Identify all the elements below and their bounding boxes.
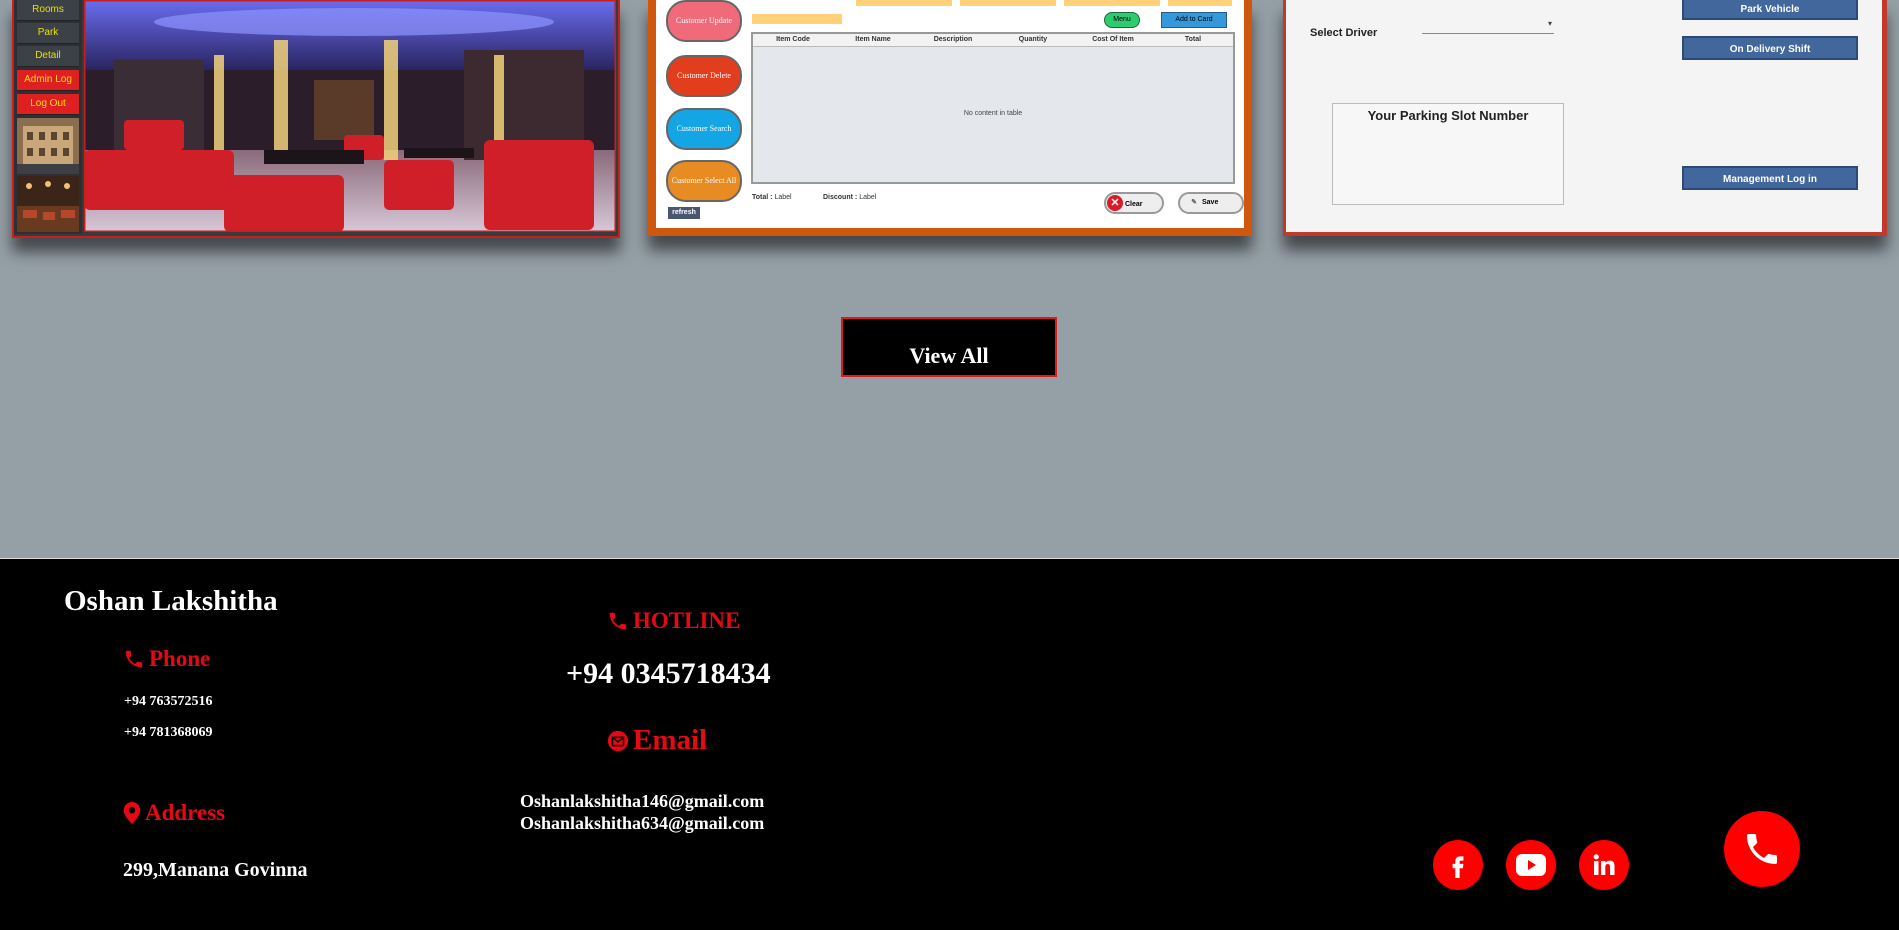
customer-search-button: Customer Search [666,108,742,150]
hotel-exterior-thumbnail [17,118,79,174]
customer-form-window: Menu Add to Card Customer Update Custome… [656,0,1244,228]
facebook-button[interactable] [1433,840,1483,890]
project-card-parking-system[interactable]: Select Driver ▾ Your Parking Slot Number… [1283,0,1887,236]
map-pin-icon [123,802,141,824]
view-all-button[interactable]: View All [841,317,1057,377]
total-value: Label [774,194,792,201]
items-table-header: Item Code Item Name Description Quantity… [753,34,1233,47]
phone-number-2[interactable]: +94 781368069 [124,725,212,741]
chevron-down-icon: ▾ [1547,19,1552,28]
customer-delete-button: Customer Delete [666,55,742,97]
youtube-button[interactable] [1506,840,1556,890]
phone-icon [125,650,143,668]
cost-field [1064,0,1160,6]
column-header: Quantity [1018,36,1048,43]
add-to-card-button: Add to Card [1161,12,1227,28]
item-name-field [856,0,952,6]
footer-name: Oshan Lakshitha [64,585,278,617]
column-header: Cost Of Item [1092,36,1134,43]
table-empty-message: No content in table [963,110,1023,117]
email-heading-label: Email [633,724,708,756]
phone-number-1[interactable]: +94 763572516 [124,694,212,710]
restaurant-interior-photo [84,0,616,232]
parking-window: Select Driver ▾ Your Parking Slot Number… [1286,0,1882,232]
footer: Oshan Lakshitha Phone +94 763572516 +94 … [0,558,1899,930]
phone-heading-label: Phone [149,646,211,671]
email-heading: Email [607,724,707,757]
quantity-field [960,0,1056,6]
total-label: Total : [752,194,773,201]
discount-label: Discount : [823,194,858,201]
youtube-icon [1516,854,1546,876]
phone-heading: Phone [123,646,210,672]
project-card-hotel[interactable]: Rooms Park Detail Admin Log Log Out [12,0,620,238]
save-button: ✎ Save [1178,192,1244,214]
linkedin-icon [1593,854,1615,875]
discount-value: Label [859,194,877,201]
envelope-icon [607,730,629,751]
items-table: Item Code Item Name Description Quantity… [751,32,1235,184]
menu-pill-button: Menu [1104,12,1140,28]
clear-button: ✕ Clear [1104,192,1164,214]
phone-icon [609,612,627,630]
park-vehicle-button: Park Vehicle [1682,0,1858,20]
hotel-menu-rooms: Rooms [17,0,79,21]
linkedin-button[interactable] [1579,840,1629,890]
column-header: Item Name [855,36,891,43]
on-delivery-shift-button: On Delivery Shift [1682,36,1858,60]
close-icon: ✕ [1107,195,1123,211]
clear-label: Clear [1125,201,1143,208]
project-card-customer-system[interactable]: Menu Add to Card Customer Update Custome… [648,0,1252,236]
select-driver-label: Select Driver [1310,27,1378,39]
hotel-menu-park: Park [17,23,79,44]
hotel-sidebar: Rooms Park Detail Admin Log Log Out [14,0,82,234]
call-floating-button[interactable] [1724,811,1800,887]
hotline-number[interactable]: +94 0345718434 [566,657,771,691]
refresh-button: refresh [668,207,700,219]
management-login-button: Management Log in [1682,166,1858,190]
address-heading-label: Address [145,800,226,825]
hotline-heading: HOTLINE [607,608,740,634]
email-address-2[interactable]: Oshanlakshitha634@gmail.com [520,813,764,834]
hotel-menu-log-out: Log Out [17,94,79,115]
save-label: Save [1202,199,1219,206]
customer-update-button: Customer Update [666,0,742,42]
column-header: Item Code [776,36,810,43]
total-field [1168,0,1232,6]
parking-slot-title: Your Parking Slot Number [1367,108,1529,123]
hotel-dining-thumbnail [17,176,79,232]
column-header: Description [933,36,973,43]
email-address-1[interactable]: Oshanlakshitha146@gmail.com [520,791,764,812]
facebook-icon [1452,856,1464,878]
column-header: Total [1184,36,1202,43]
save-icon: ✎ [1191,199,1197,206]
address-heading: Address [123,800,225,826]
description-field [752,14,842,24]
hotel-menu-detail: Detail [17,46,79,67]
hotline-heading-label: HOTLINE [633,608,741,633]
customer-select-all-button: Customer Select All [666,160,742,202]
hotel-menu-admin-log: Admin Log [17,70,79,91]
select-driver-dropdown: ▾ [1422,19,1554,34]
address-text: 299,Manana Govinna [123,859,308,881]
parking-slot-box: Your Parking Slot Number [1332,103,1564,205]
phone-icon [1747,834,1777,864]
